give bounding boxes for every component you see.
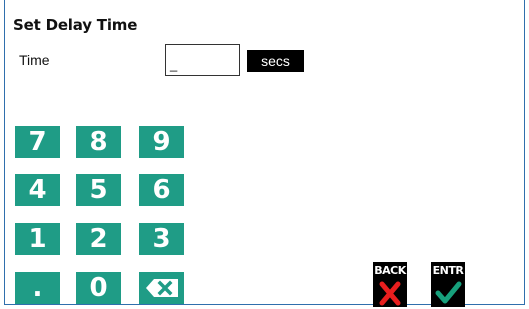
enter-button[interactable]: ENTR <box>431 262 465 307</box>
backspace-icon <box>145 279 178 297</box>
key-backspace[interactable] <box>139 272 184 304</box>
time-input[interactable]: _ <box>165 44 240 76</box>
delay-time-screen: Set Delay Time Time _ secs 7 8 9 4 5 6 1… <box>4 0 525 307</box>
time-input-value: _ <box>170 57 178 72</box>
key-6[interactable]: 6 <box>139 174 184 206</box>
key-5[interactable]: 5 <box>76 174 121 206</box>
key-decimal[interactable]: . <box>15 272 60 304</box>
key-1[interactable]: 1 <box>15 223 60 255</box>
key-7[interactable]: 7 <box>15 126 60 158</box>
key-3[interactable]: 3 <box>139 223 184 255</box>
key-9[interactable]: 9 <box>139 126 184 158</box>
unit-badge: secs <box>247 50 304 72</box>
page-title: Set Delay Time <box>13 16 138 34</box>
key-8[interactable]: 8 <box>76 126 121 158</box>
key-4[interactable]: 4 <box>15 174 60 206</box>
key-2[interactable]: 2 <box>76 223 121 255</box>
red-x-icon <box>379 281 401 306</box>
green-check-icon <box>435 281 462 304</box>
time-label: Time <box>19 52 50 68</box>
back-button[interactable]: BACK <box>373 262 407 307</box>
key-0[interactable]: 0 <box>76 272 121 304</box>
